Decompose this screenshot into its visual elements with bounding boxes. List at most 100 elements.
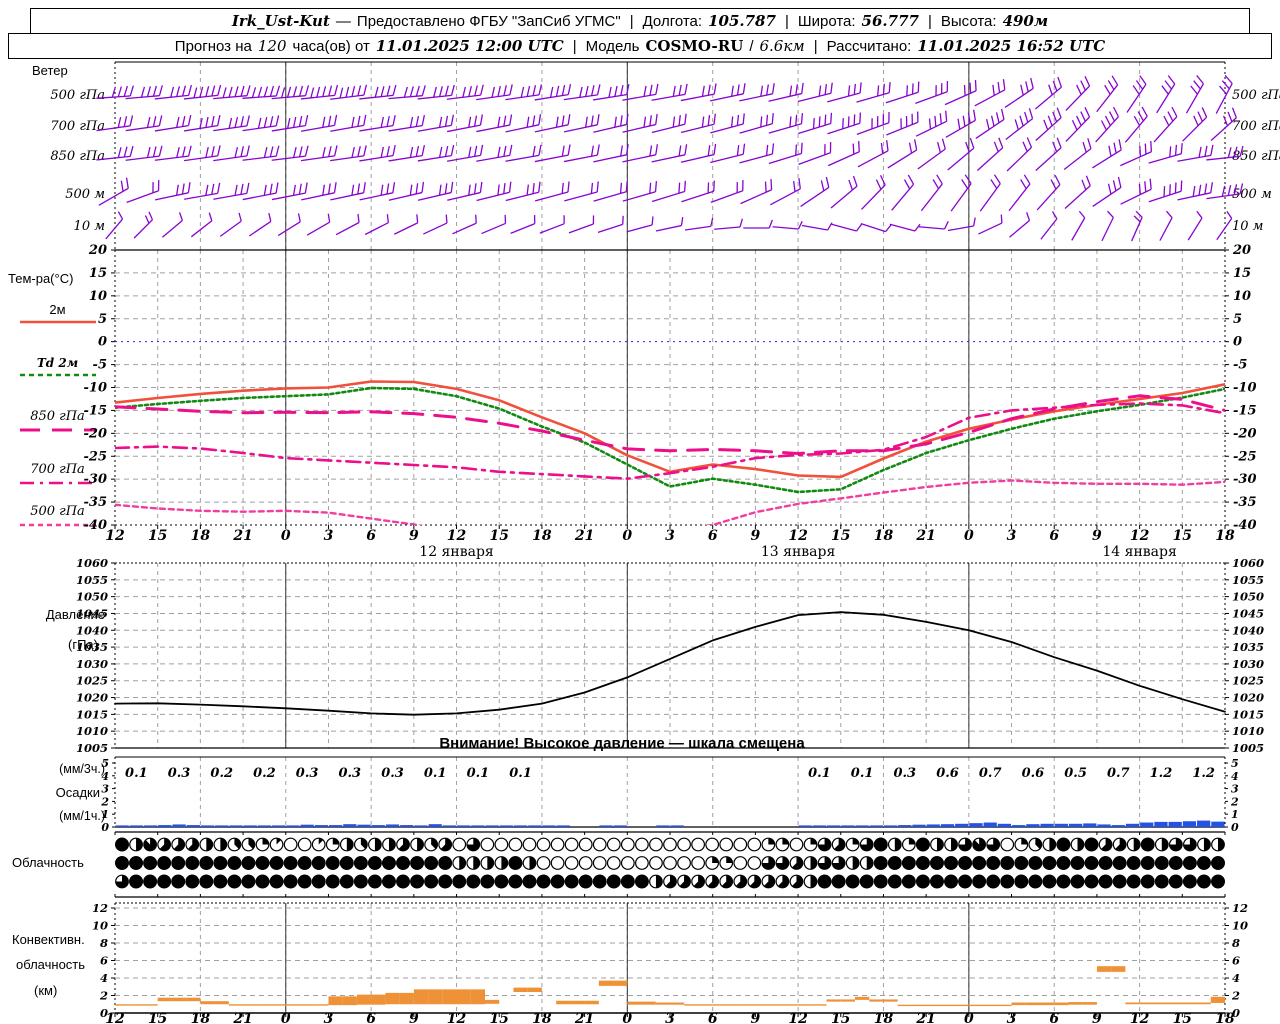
svg-text:-20: -20 xyxy=(1233,426,1257,441)
svg-text:-35: -35 xyxy=(1233,495,1257,510)
svg-text:21: 21 xyxy=(232,528,252,544)
svg-text:12: 12 xyxy=(447,528,467,544)
svg-text:12: 12 xyxy=(447,1011,467,1024)
svg-text:1045: 1045 xyxy=(1232,606,1264,620)
svg-text:0: 0 xyxy=(1231,821,1239,834)
svg-text:3: 3 xyxy=(101,783,109,796)
svg-text:21: 21 xyxy=(915,1011,935,1024)
svg-text:3: 3 xyxy=(1231,783,1239,796)
svg-text:13 января: 13 января xyxy=(761,544,836,560)
svg-text:1025: 1025 xyxy=(76,674,108,688)
svg-text:1005: 1005 xyxy=(76,741,108,755)
svg-text:3: 3 xyxy=(665,1011,675,1024)
svg-text:5: 5 xyxy=(1231,757,1239,770)
svg-text:1040: 1040 xyxy=(1232,623,1264,637)
svg-text:0.3: 0.3 xyxy=(893,766,916,781)
svg-text:0: 0 xyxy=(622,1011,632,1024)
svg-text:3: 3 xyxy=(1007,528,1017,544)
svg-text:-15: -15 xyxy=(1233,403,1257,418)
svg-text:21: 21 xyxy=(915,528,935,544)
svg-text:0.1: 0.1 xyxy=(808,766,831,781)
svg-text:3: 3 xyxy=(1007,1011,1017,1024)
svg-text:10: 10 xyxy=(89,289,107,304)
svg-text:-15: -15 xyxy=(84,403,108,418)
svg-text:1015: 1015 xyxy=(1232,707,1264,721)
svg-text:5: 5 xyxy=(1233,312,1242,327)
svg-text:2: 2 xyxy=(1231,989,1240,1003)
svg-text:1025: 1025 xyxy=(1232,674,1264,688)
svg-text:12: 12 xyxy=(1130,1011,1150,1024)
svg-text:1005: 1005 xyxy=(1232,741,1264,755)
svg-text:1035: 1035 xyxy=(1232,640,1264,654)
svg-text:15: 15 xyxy=(148,528,167,544)
svg-text:6: 6 xyxy=(1049,1011,1059,1024)
svg-text:9: 9 xyxy=(751,1011,761,1024)
svg-text:4: 4 xyxy=(101,770,109,783)
svg-text:4: 4 xyxy=(1232,971,1240,985)
svg-text:1.2: 1.2 xyxy=(1150,766,1173,781)
svg-text:-25: -25 xyxy=(1233,449,1257,464)
svg-text:21: 21 xyxy=(574,1011,594,1024)
svg-text:0.6: 0.6 xyxy=(1022,766,1045,781)
svg-text:-30: -30 xyxy=(1233,472,1257,487)
svg-text:-30: -30 xyxy=(84,472,108,487)
svg-text:3: 3 xyxy=(324,1011,334,1024)
svg-text:0.2: 0.2 xyxy=(253,766,276,781)
axis-labels: 20 2015 1510 105 50 0-5 -5-10 -10-15 -15-20 -20-2… xyxy=(76,243,1264,1024)
svg-text:18: 18 xyxy=(532,528,552,544)
svg-text:6: 6 xyxy=(100,954,108,968)
svg-text:2: 2 xyxy=(100,795,109,808)
svg-text:12: 12 xyxy=(105,528,125,544)
svg-text:10: 10 xyxy=(1233,289,1251,304)
svg-text:0.7: 0.7 xyxy=(1107,766,1130,781)
svg-text:1030: 1030 xyxy=(76,657,108,671)
svg-text:18: 18 xyxy=(191,528,211,544)
svg-text:1030: 1030 xyxy=(1232,657,1264,671)
svg-text:1010: 1010 xyxy=(76,724,108,738)
svg-text:8: 8 xyxy=(1232,936,1240,950)
svg-text:12: 12 xyxy=(105,1011,125,1024)
svg-text:-10: -10 xyxy=(84,381,108,396)
svg-text:0.3: 0.3 xyxy=(296,766,319,781)
svg-text:0.2: 0.2 xyxy=(210,766,233,781)
svg-text:12: 12 xyxy=(92,901,108,915)
svg-text:18: 18 xyxy=(874,1011,894,1024)
svg-text:15: 15 xyxy=(1173,1011,1192,1024)
svg-text:12 января: 12 января xyxy=(419,544,494,560)
svg-text:0: 0 xyxy=(281,1011,291,1024)
svg-text:12: 12 xyxy=(1232,901,1248,915)
svg-text:12: 12 xyxy=(788,1011,808,1024)
svg-text:10: 10 xyxy=(1232,919,1248,933)
svg-text:0.1: 0.1 xyxy=(467,766,490,781)
svg-text:8: 8 xyxy=(100,936,108,950)
svg-text:-25: -25 xyxy=(84,449,108,464)
svg-text:1: 1 xyxy=(1231,808,1239,821)
svg-text:12: 12 xyxy=(1130,528,1150,544)
svg-text:18: 18 xyxy=(1215,1011,1235,1024)
svg-text:10: 10 xyxy=(92,919,108,933)
svg-text:1055: 1055 xyxy=(76,573,108,587)
convective-bars xyxy=(115,966,1225,1007)
svg-text:18: 18 xyxy=(874,528,894,544)
svg-text:-40: -40 xyxy=(84,518,108,533)
svg-text:3: 3 xyxy=(665,528,675,544)
svg-text:1.2: 1.2 xyxy=(1192,766,1215,781)
svg-text:1045: 1045 xyxy=(76,606,108,620)
svg-text:15: 15 xyxy=(489,528,508,544)
svg-text:9: 9 xyxy=(409,528,419,544)
svg-text:2: 2 xyxy=(99,989,108,1003)
svg-text:6: 6 xyxy=(366,1011,376,1024)
svg-text:3: 3 xyxy=(324,528,334,544)
svg-text:-5: -5 xyxy=(93,358,107,373)
svg-text:6: 6 xyxy=(708,1011,718,1024)
svg-text:15: 15 xyxy=(489,1011,508,1024)
svg-text:1040: 1040 xyxy=(76,623,108,637)
svg-text:1015: 1015 xyxy=(76,707,108,721)
svg-text:-5: -5 xyxy=(1233,358,1247,373)
svg-text:0.7: 0.7 xyxy=(979,766,1002,781)
svg-text:9: 9 xyxy=(1092,528,1102,544)
svg-text:0.1: 0.1 xyxy=(851,766,874,781)
svg-text:1050: 1050 xyxy=(76,590,108,604)
svg-text:21: 21 xyxy=(232,1011,252,1024)
svg-text:0.3: 0.3 xyxy=(168,766,191,781)
